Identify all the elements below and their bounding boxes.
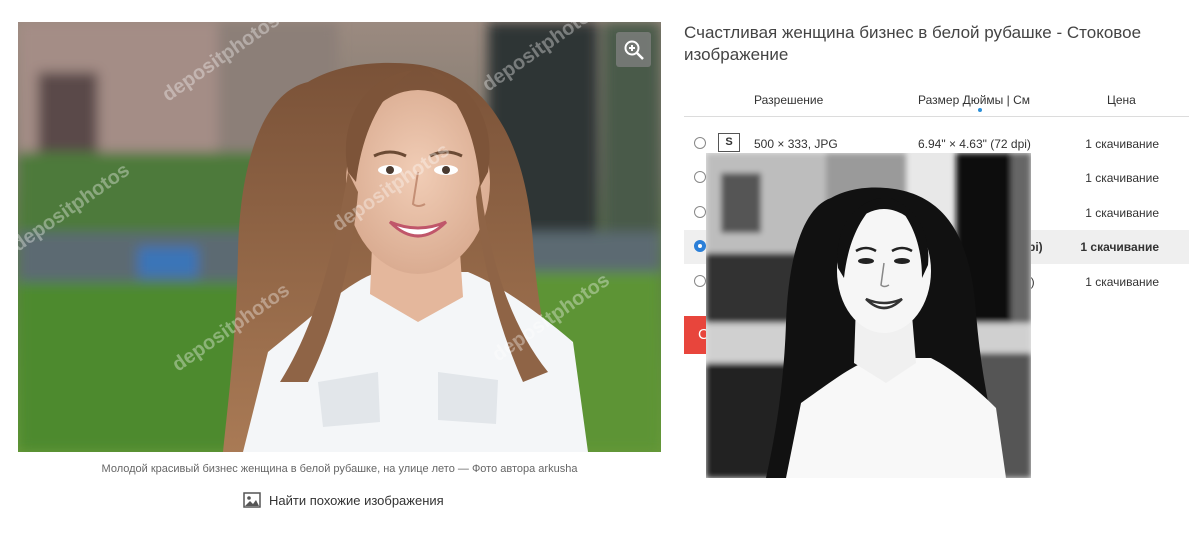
image-icon <box>243 492 261 508</box>
header-resolution: Разрешение <box>754 93 824 107</box>
size-radio-selected[interactable] <box>694 240 706 252</box>
header-size-units[interactable]: Размер Дюймы | См <box>918 93 1030 107</box>
find-similar-label: Найти похожие изображения <box>269 492 444 508</box>
size-radio[interactable] <box>694 171 706 183</box>
size-radio[interactable] <box>694 275 706 287</box>
price-value: 1 скачивание <box>1080 240 1159 254</box>
size-radio[interactable] <box>694 137 706 149</box>
size-value: 6.94" × 4.63" (72 dpi) <box>918 137 1031 151</box>
zoom-button[interactable] <box>616 32 651 67</box>
price-value: 1 скачивание <box>1085 137 1159 151</box>
size-radio[interactable] <box>694 206 706 218</box>
license-table-header: Разрешение Размер Дюймы | См Цена <box>684 88 1189 117</box>
price-value: 1 скачивание <box>1085 206 1159 220</box>
zoom-in-icon <box>624 40 644 60</box>
price-value: 1 скачивание <box>1085 171 1159 185</box>
price-value: 1 скачивание <box>1085 275 1159 289</box>
find-similar-link[interactable]: Найти похожие изображения <box>243 490 444 510</box>
size-badge: S <box>718 133 740 152</box>
active-unit-indicator <box>978 108 982 112</box>
stock-photo[interactable]: depositphotos depositphotos depositphoto… <box>18 22 661 452</box>
photo-caption: Молодой красивый бизнес женщина в белой … <box>101 463 578 475</box>
resolution-value: 500 × 333, JPG <box>754 137 838 151</box>
page-title: Счастливая женщина бизнес в белой рубашк… <box>684 23 1142 64</box>
header-price: Цена <box>1107 93 1136 107</box>
bw-preview-image <box>706 153 1031 478</box>
